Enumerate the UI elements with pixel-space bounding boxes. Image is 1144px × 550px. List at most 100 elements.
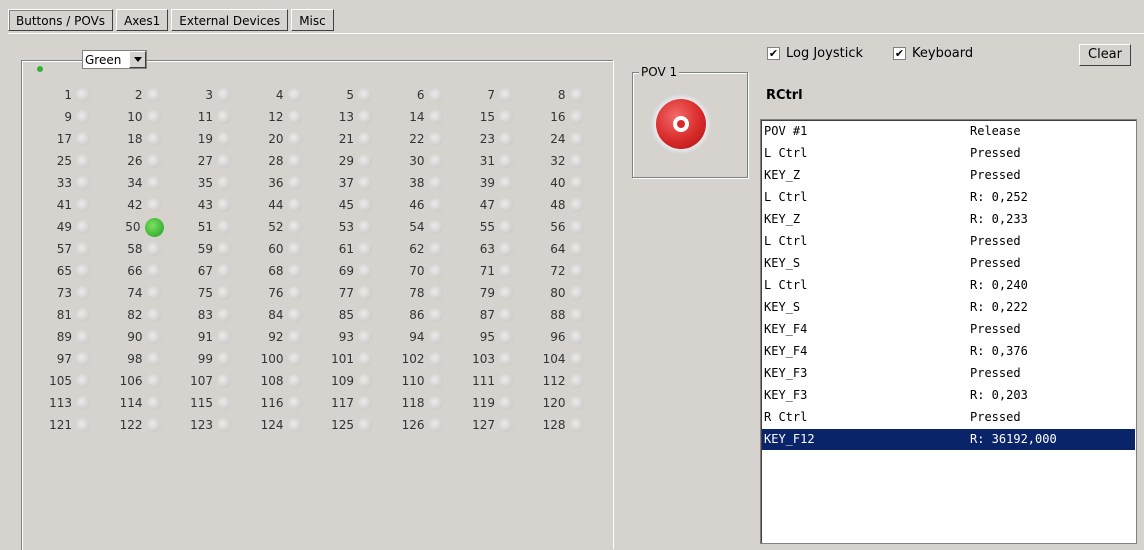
button-number: 44 [268, 198, 284, 212]
button-led-icon [76, 198, 90, 212]
button-led-icon [146, 352, 161, 366]
button-led-icon [358, 286, 372, 300]
button-number: 8 [557, 88, 566, 102]
log-row[interactable]: R Ctrl Pressed [762, 407, 1135, 428]
button-led-icon [428, 198, 443, 212]
button-led-icon [146, 88, 161, 102]
log-row[interactable]: POV #1 Release [762, 121, 1135, 142]
log-row[interactable]: KEY_Z R: 0,233 [762, 209, 1135, 230]
button-number: 50 [125, 220, 141, 234]
button-number: 119 [472, 396, 495, 410]
button-led-icon [287, 154, 302, 168]
button-number: 66 [127, 264, 143, 278]
joystick-button-89: 89 [30, 326, 90, 348]
joystick-button-21: 21 [312, 128, 372, 150]
button-number: 82 [127, 308, 143, 322]
log-state: Release [970, 124, 1021, 138]
joystick-button-94: 94 [383, 326, 443, 348]
panel-divider [613, 60, 614, 549]
button-number: 81 [56, 308, 72, 322]
button-led-icon [499, 264, 513, 278]
button-number: 20 [268, 132, 284, 146]
log-row[interactable]: L Ctrl R: 0,240 [762, 275, 1135, 296]
joystick-button-122: 122 [101, 414, 161, 436]
button-number: 106 [119, 374, 143, 388]
log-state: R: 0,240 [970, 278, 1028, 292]
joystick-button-85: 85 [312, 304, 372, 326]
button-led-icon [428, 396, 443, 410]
joystick-button-57: 57 [30, 238, 90, 260]
button-number: 72 [550, 264, 566, 278]
joystick-button-90: 90 [101, 326, 161, 348]
joystick-button-13: 13 [312, 106, 372, 128]
log-row[interactable]: KEY_S Pressed [762, 253, 1135, 274]
tab-misc[interactable]: Misc [291, 9, 334, 31]
button-number: 56 [550, 220, 566, 234]
button-number: 45 [338, 198, 354, 212]
joystick-button-70: 70 [383, 260, 443, 282]
event-log-list[interactable]: POV #1 Release L Ctrl Pressed KEY_Z Pressed L … [760, 119, 1137, 544]
button-led-icon [499, 308, 513, 322]
button-number: 94 [409, 330, 425, 344]
button-number: 78 [409, 286, 425, 300]
joystick-button-22: 22 [383, 128, 443, 150]
button-led-icon [146, 110, 161, 124]
button-number: 19 [197, 132, 213, 146]
tab-external-devices[interactable]: External Devices [171, 9, 289, 31]
button-led-icon [428, 264, 443, 278]
joystick-button-123: 123 [171, 414, 231, 436]
clear-button[interactable]: Clear [1079, 44, 1131, 66]
log-key: KEY_F3 [764, 366, 808, 380]
joystick-button-67: 67 [171, 260, 231, 282]
button-number: 118 [401, 396, 425, 410]
log-row[interactable]: KEY_F3 Pressed [762, 363, 1135, 384]
button-led-icon [358, 330, 372, 344]
button-led-icon [358, 308, 372, 322]
button-led-icon [287, 220, 302, 234]
button-number: 62 [409, 242, 425, 256]
joystick-button-80: 80 [524, 282, 584, 304]
joystick-button-39: 39 [453, 172, 513, 194]
log-key: KEY_S [764, 300, 801, 314]
joystick-button-117: 117 [312, 392, 372, 414]
log-row[interactable]: KEY_F3 R: 0,203 [762, 385, 1135, 406]
button-led-icon [287, 132, 302, 146]
joystick-button-26: 26 [101, 150, 161, 172]
log-row[interactable]: KEY_F12 R: 36192,000 [762, 429, 1135, 450]
joystick-button-12: 12 [242, 106, 302, 128]
log-row[interactable]: KEY_Z Pressed [762, 165, 1135, 186]
log-joystick-checkbox[interactable]: ✔ Log Joystick [767, 46, 863, 61]
tab-axes1[interactable]: Axes1 [116, 9, 169, 31]
chevron-down-icon[interactable] [129, 51, 146, 68]
log-row[interactable]: L Ctrl Pressed [762, 231, 1135, 252]
button-led-icon [569, 396, 584, 410]
joystick-button-124: 124 [242, 414, 302, 436]
joystick-button-16: 16 [524, 106, 584, 128]
button-number: 67 [197, 264, 213, 278]
checkmark-icon[interactable]: ✔ [767, 47, 780, 60]
log-row[interactable]: KEY_F4 R: 0,376 [762, 341, 1135, 362]
checkmark-icon[interactable]: ✔ [893, 47, 906, 60]
button-led-icon [146, 154, 161, 168]
button-number: 127 [472, 418, 495, 432]
button-led-icon [499, 352, 513, 366]
joystick-button-23: 23 [453, 128, 513, 150]
led-color-select[interactable]: Green [82, 50, 147, 69]
log-key: KEY_Z [764, 168, 801, 182]
button-number: 34 [127, 176, 143, 190]
button-number: 113 [49, 396, 72, 410]
button-number: 95 [479, 330, 495, 344]
button-led-icon [146, 264, 161, 278]
log-row[interactable]: L Ctrl Pressed [762, 143, 1135, 164]
button-number: 76 [268, 286, 284, 300]
log-row[interactable]: L Ctrl R: 0,252 [762, 187, 1135, 208]
log-row[interactable]: KEY_S R: 0,222 [762, 297, 1135, 318]
keyboard-checkbox[interactable]: ✔ Keyboard [893, 46, 973, 61]
button-number: 124 [260, 418, 284, 432]
tab-buttons-povs[interactable]: Buttons / POVs [8, 9, 114, 31]
button-led-icon [287, 330, 302, 344]
log-key: L Ctrl [764, 190, 808, 204]
button-number: 6 [416, 88, 425, 102]
log-row[interactable]: KEY_F4 Pressed [762, 319, 1135, 340]
button-led-icon [569, 176, 584, 190]
